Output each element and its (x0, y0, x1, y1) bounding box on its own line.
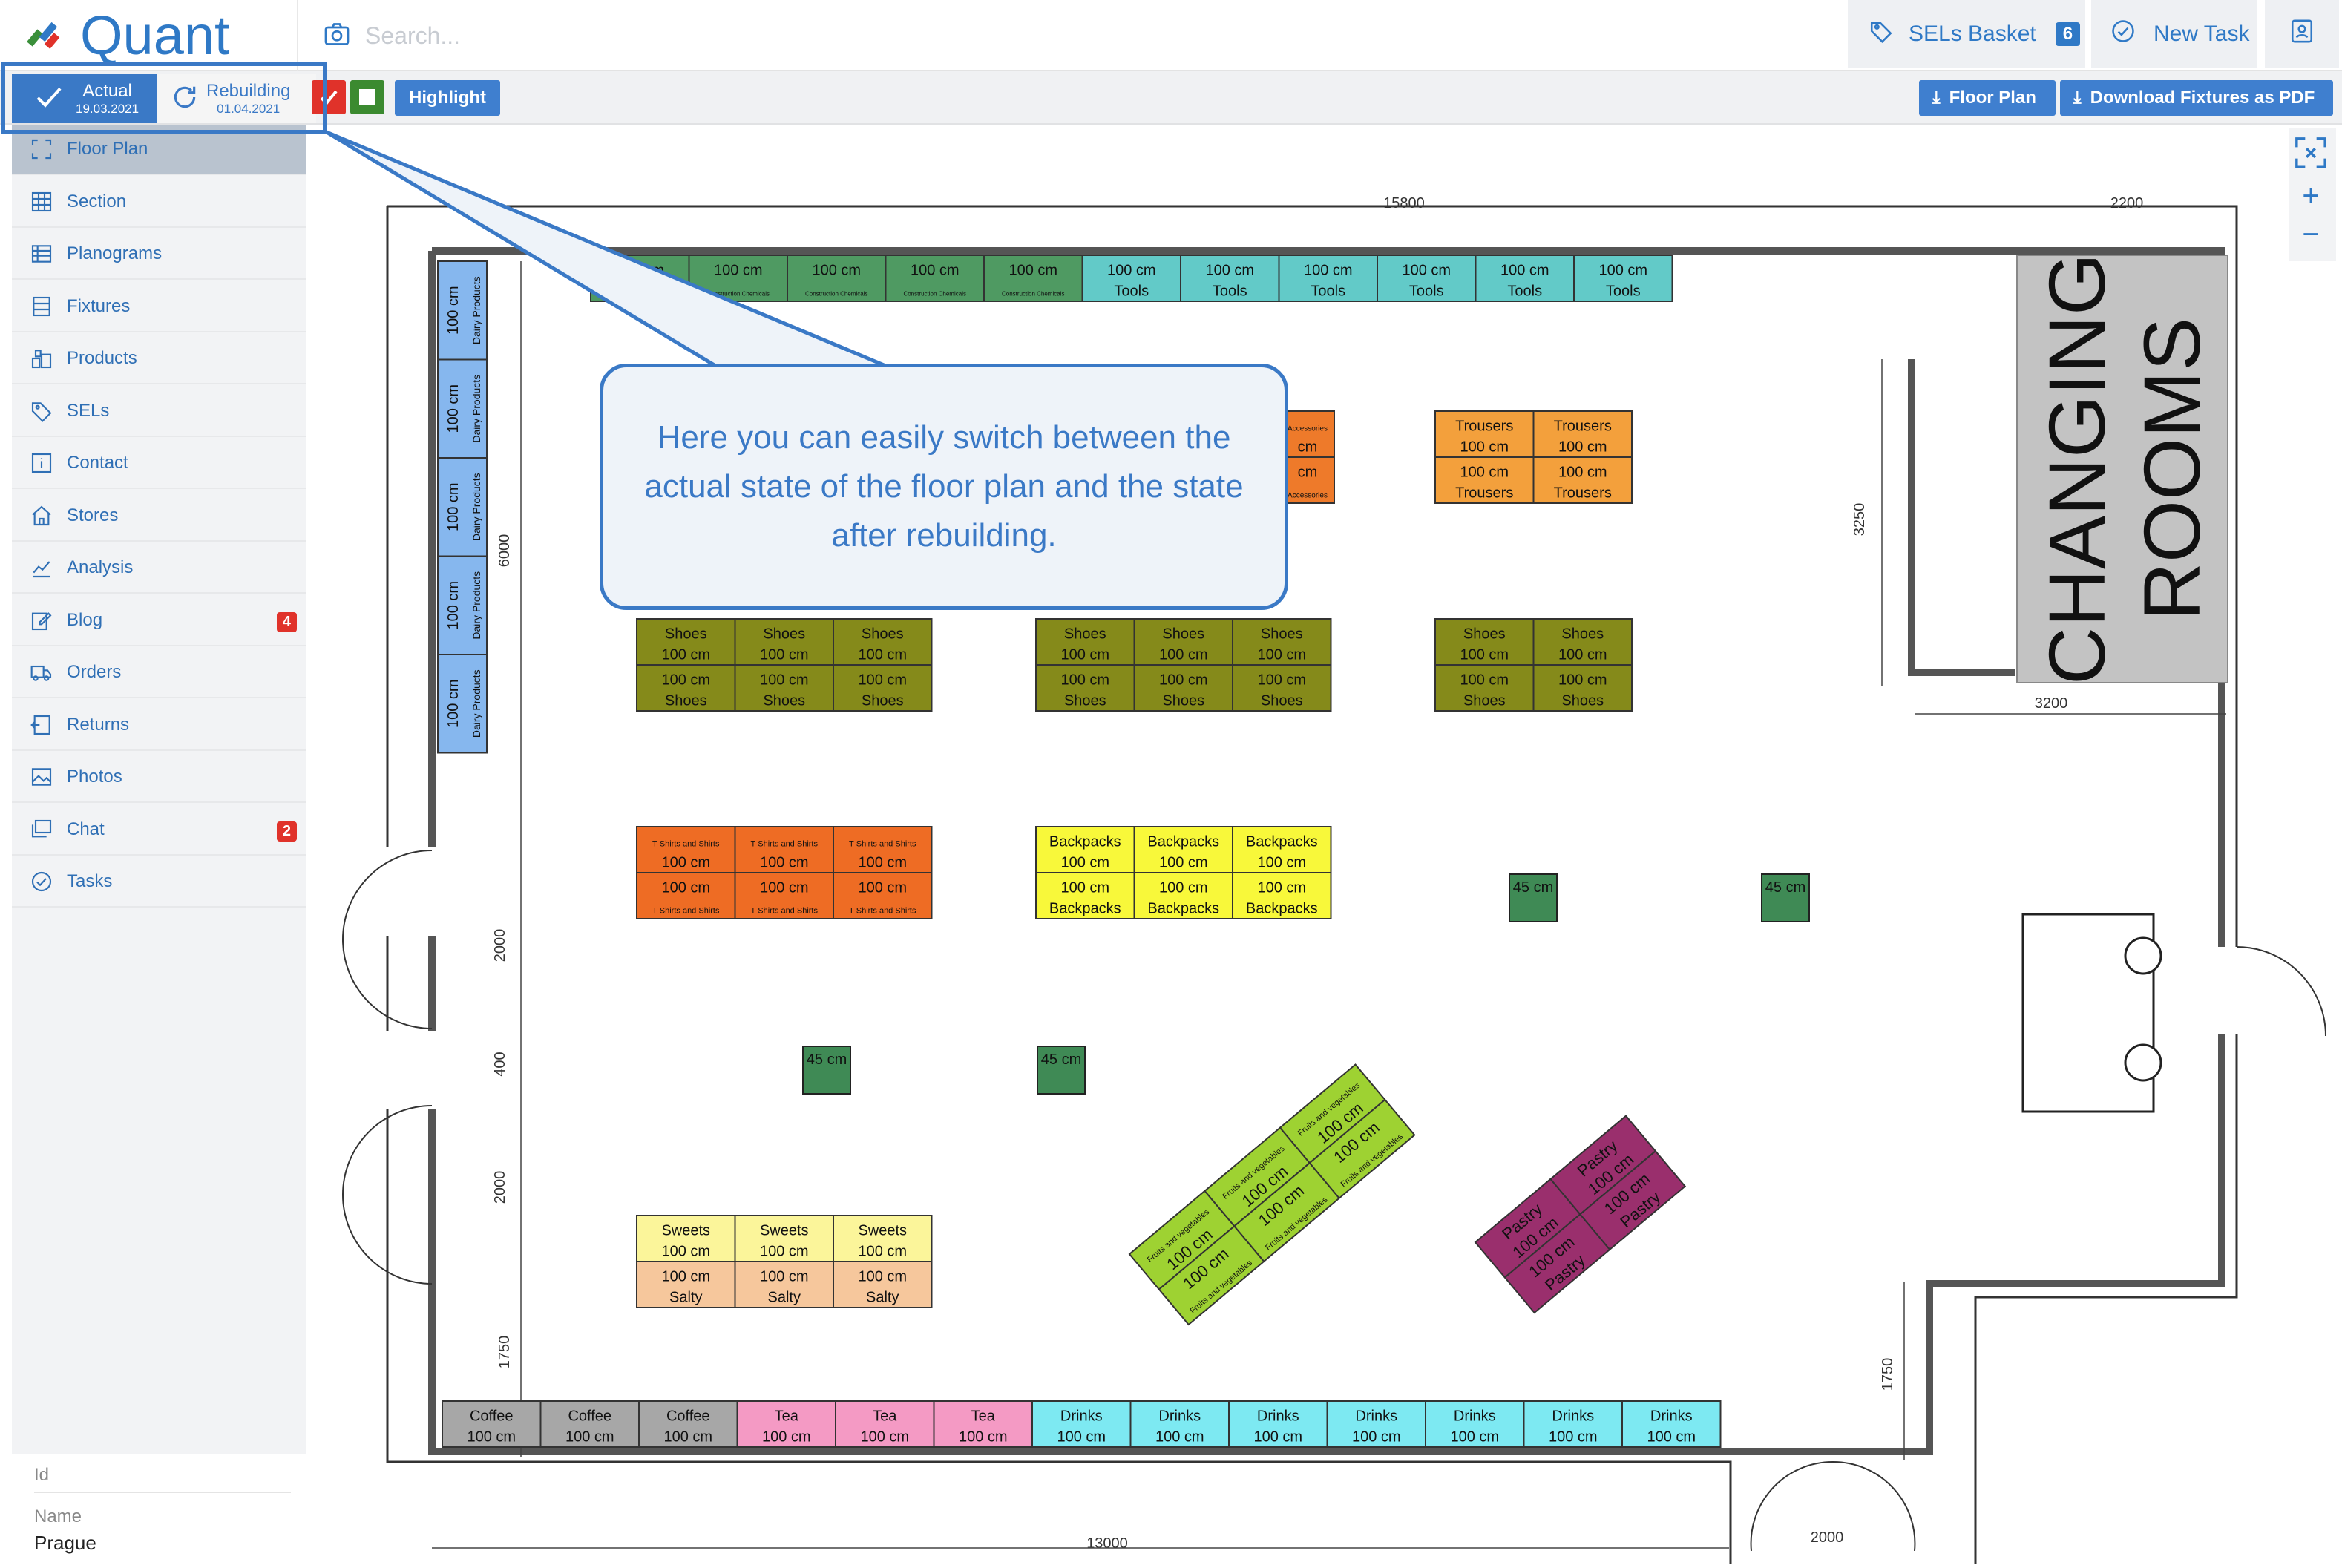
tutorial-callout: Here you can easily switch between the a… (600, 364, 1288, 610)
tutorial-callout-text: Here you can easily switch between the a… (644, 419, 1244, 554)
callout-pointer (325, 130, 888, 372)
